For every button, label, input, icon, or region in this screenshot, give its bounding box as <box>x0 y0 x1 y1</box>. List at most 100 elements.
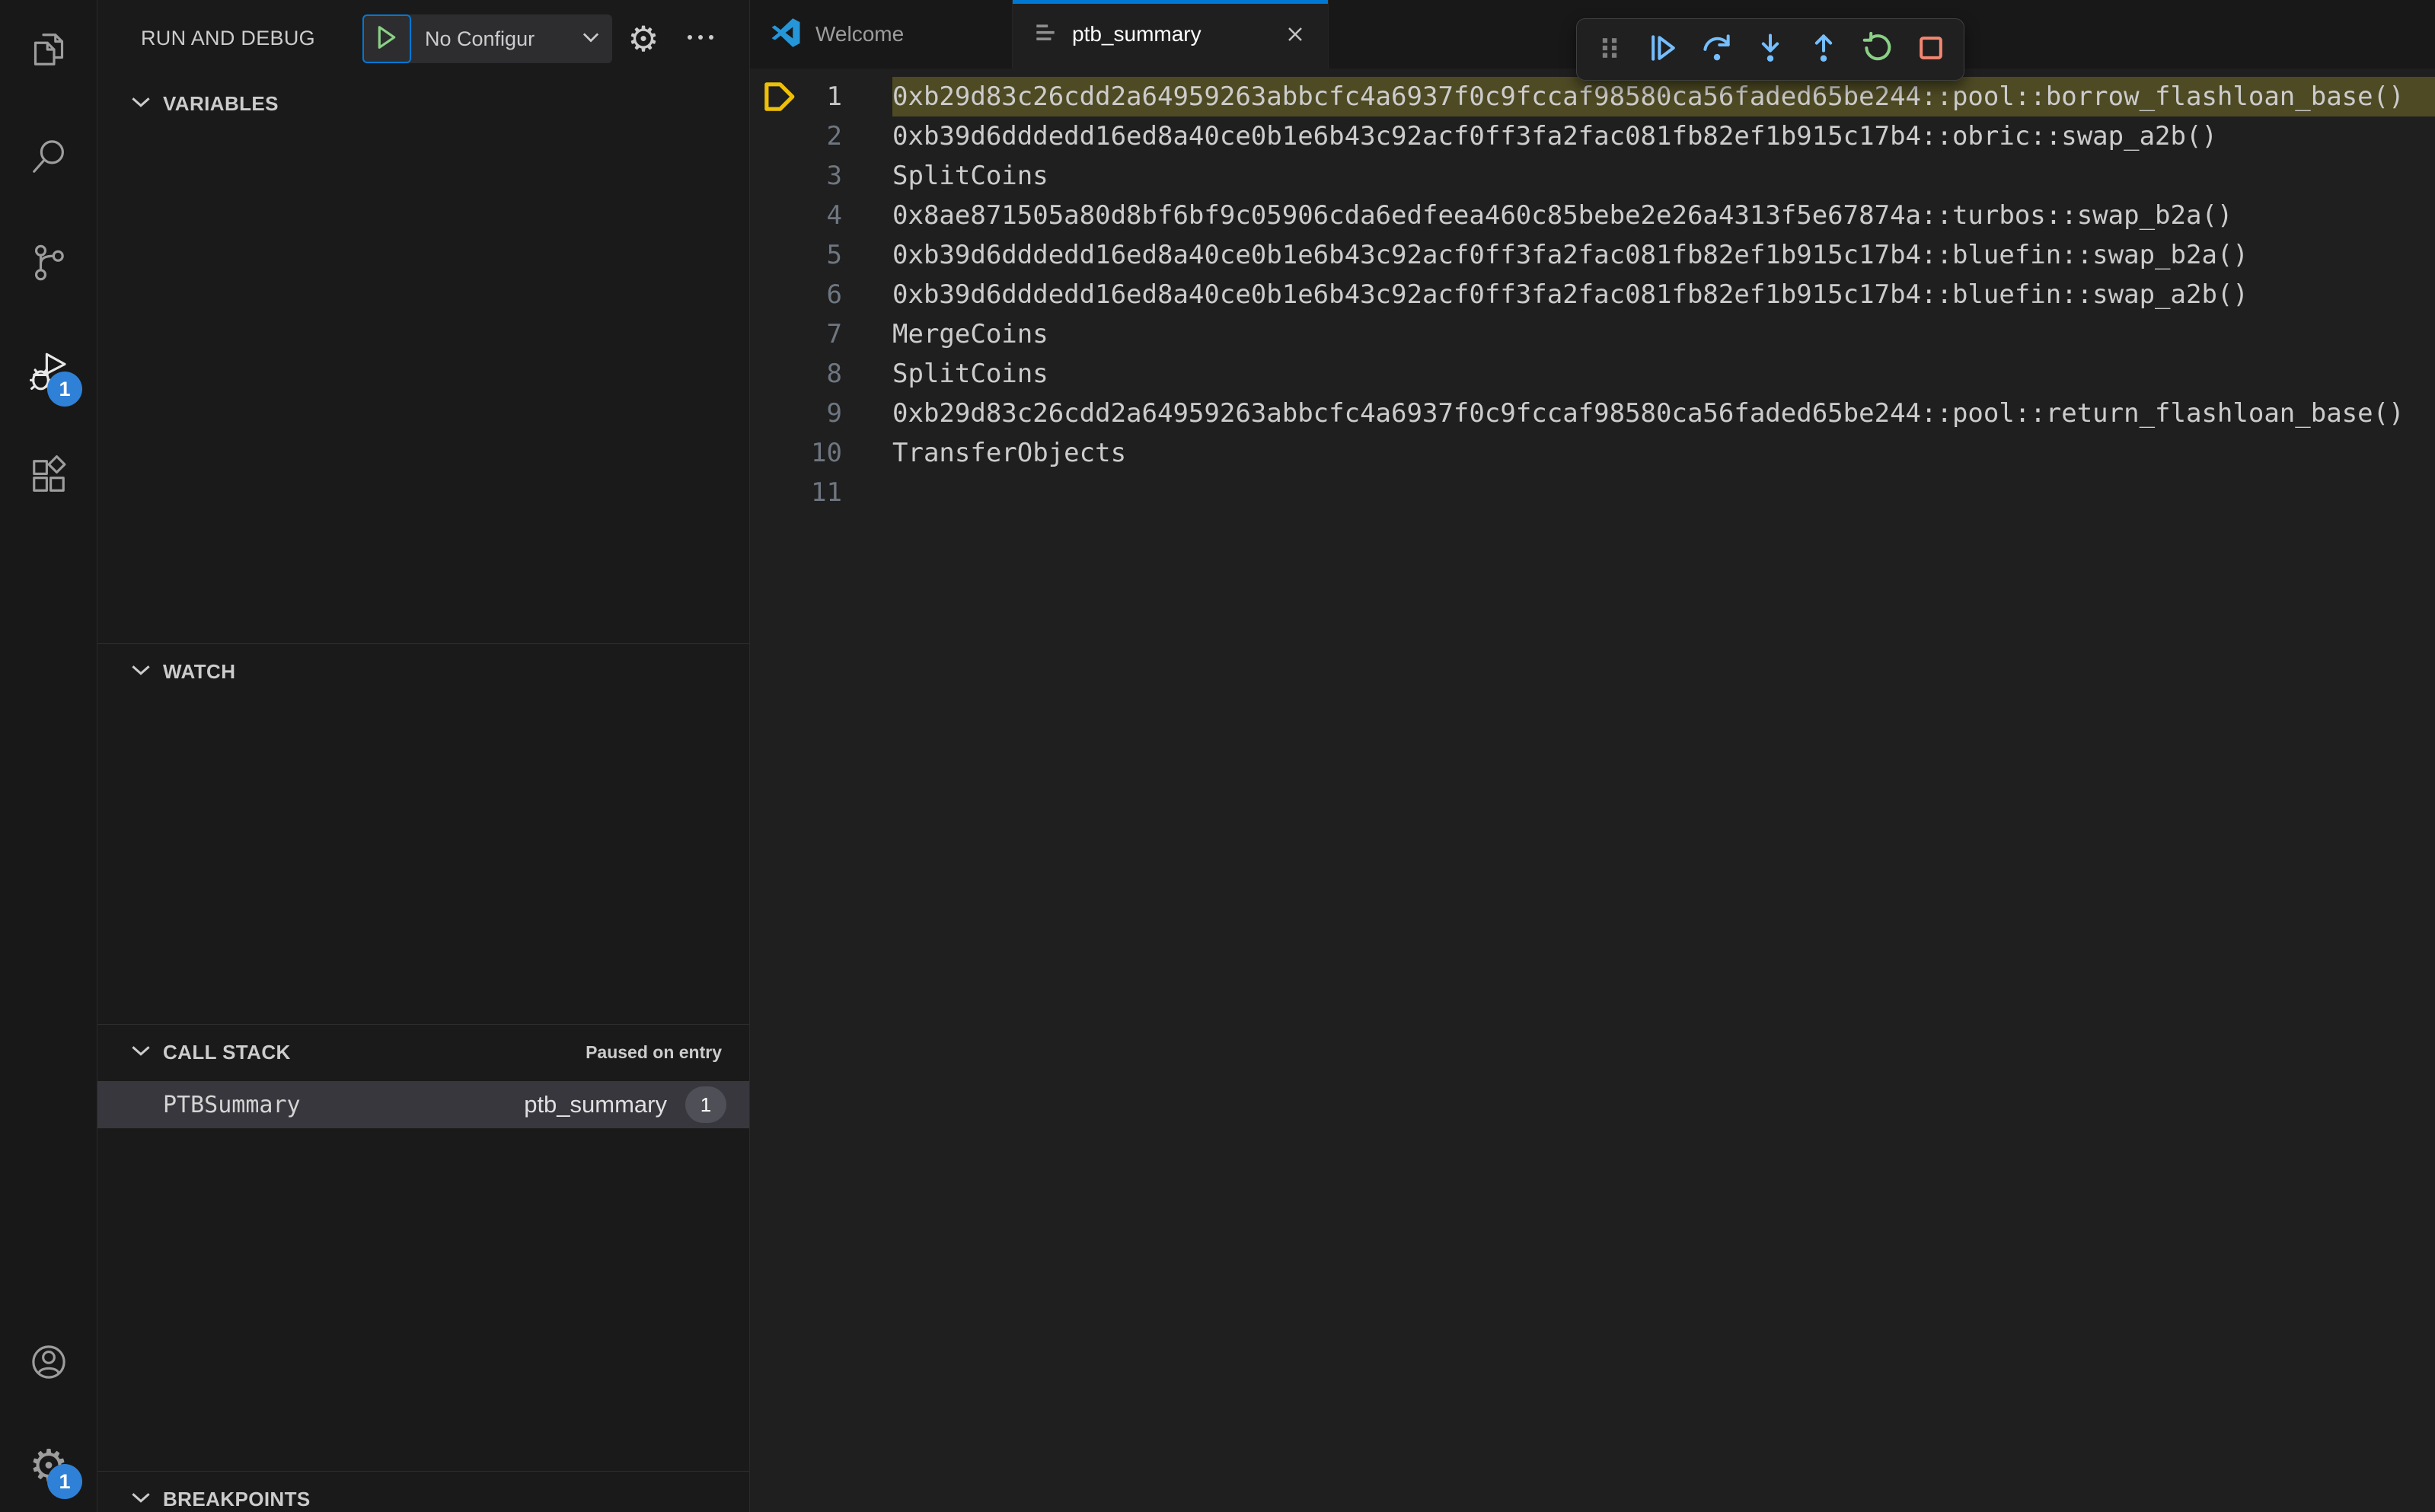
code-line[interactable]: 10 TransferObjects <box>750 433 2435 473</box>
code-text: 0xb39d6dddedd16ed8a40ce0b1e6b43c92acf0ff… <box>892 240 2248 270</box>
sidebar-item-search[interactable] <box>0 120 97 196</box>
code-text: SplitCoins <box>892 161 1048 191</box>
code-line[interactable]: 11 <box>750 473 2435 512</box>
line-number: 11 <box>811 477 842 508</box>
line-number: 8 <box>826 359 842 389</box>
debug-toolbar <box>1576 18 1964 81</box>
accounts-button[interactable] <box>0 1325 97 1402</box>
continue-button[interactable] <box>1641 27 1685 72</box>
files-icon <box>27 28 70 75</box>
extensions-icon <box>27 455 70 501</box>
tab-label: Welcome <box>815 22 905 46</box>
activity-bar: 1 ⚙ 1 <box>0 0 97 1512</box>
code-line[interactable]: 4 0x8ae871505a80d8bf6bf9c05906cda6edfeea4… <box>750 196 2435 235</box>
line-number: 1 <box>826 81 842 112</box>
continue-icon <box>1646 31 1680 69</box>
search-icon <box>27 136 70 182</box>
restart-icon <box>1861 31 1894 69</box>
debug-settings-button[interactable]: ⚙ <box>618 14 669 64</box>
debug-current-line-arrow-icon <box>750 81 807 113</box>
variables-section: VARIABLES <box>97 76 749 643</box>
line-number: 3 <box>826 161 842 191</box>
chevron-down-icon <box>131 663 163 681</box>
code-text: 0x8ae871505a80d8bf6bf9c05906cda6edfeea46… <box>892 200 2233 231</box>
step-over-button[interactable] <box>1695 27 1739 72</box>
line-number: 5 <box>826 240 842 270</box>
vscode-logo-icon <box>770 17 802 53</box>
code-line[interactable]: 2 0xb39d6dddedd16ed8a40ce0b1e6b43c92acf0f… <box>750 116 2435 156</box>
tab-ptb-summary[interactable]: ptb_summary <box>1013 0 1329 69</box>
editor-area: Welcome ptb_summary 1 0xb29d83c26cdd2a649… <box>750 0 2435 1512</box>
code-line[interactable]: 8 SplitCoins <box>750 354 2435 394</box>
start-debugging-button[interactable] <box>362 14 411 63</box>
chevron-down-icon <box>131 95 163 113</box>
call-stack-section-header[interactable]: CALL STACK Paused on entry <box>97 1025 749 1080</box>
code-line[interactable]: 9 0xb29d83c26cdd2a64959263abbcfc4a6937f0c… <box>750 394 2435 433</box>
frame-source: ptb_summary <box>524 1091 667 1118</box>
section-label: BREAKPOINTS <box>163 1487 311 1510</box>
section-label: CALL STACK <box>163 1040 291 1064</box>
line-number: 4 <box>826 200 842 231</box>
line-number: 2 <box>826 121 842 152</box>
restart-button[interactable] <box>1856 27 1900 72</box>
code-line[interactable]: 3 SplitCoins <box>750 156 2435 196</box>
code-line[interactable]: 5 0xb39d6dddedd16ed8a40ce0b1e6b43c92acf0f… <box>750 235 2435 275</box>
frame-badge: 1 <box>685 1086 726 1123</box>
sidebar-item-source-control[interactable] <box>0 226 97 302</box>
account-icon <box>27 1341 70 1387</box>
call-stack-frame[interactable]: PTBSummary ptb_summary 1 <box>97 1081 749 1128</box>
code-text: 0xb29d83c26cdd2a64959263abbcfc4a6937f0c9… <box>892 77 2435 116</box>
more-actions-button[interactable] <box>678 14 723 64</box>
play-icon <box>375 24 398 54</box>
debug-badge: 1 <box>47 372 82 407</box>
code-text: 0xb39d6dddedd16ed8a40ce0b1e6b43c92acf0ff… <box>892 121 2217 152</box>
section-label: VARIABLES <box>163 91 279 115</box>
breakpoints-section-header[interactable]: BREAKPOINTS <box>97 1472 749 1512</box>
code-text: SplitCoins <box>892 359 1048 389</box>
tab-welcome[interactable]: Welcome <box>750 0 1013 69</box>
gripper-icon <box>1593 31 1626 69</box>
watch-section-header[interactable]: WATCH <box>97 644 749 699</box>
settings-badge: 1 <box>47 1464 82 1499</box>
code-text: MergeCoins <box>892 319 1048 349</box>
code-line[interactable]: 7 MergeCoins <box>750 314 2435 354</box>
config-dropdown[interactable]: No Configur <box>411 14 612 63</box>
section-label: WATCH <box>163 659 236 683</box>
close-icon[interactable] <box>1282 21 1308 47</box>
variables-section-header[interactable]: VARIABLES <box>97 76 749 131</box>
chevron-down-icon <box>576 31 600 47</box>
chevron-down-icon <box>131 1044 163 1061</box>
step-out-button[interactable] <box>1802 27 1846 72</box>
vscode-window: 1 ⚙ 1 RUN AND DEBUG No Configur ⚙ VARIAB… <box>0 0 2435 1512</box>
step-into-icon <box>1754 31 1787 69</box>
code-editor: 1 0xb29d83c26cdd2a64959263abbcfc4a6937f0c… <box>750 69 2435 512</box>
frame-name: PTBSummary <box>163 1091 301 1118</box>
pause-status: Paused on entry <box>586 1041 722 1062</box>
step-over-icon <box>1700 31 1734 69</box>
line-number: 10 <box>811 438 842 468</box>
stop-icon <box>1914 31 1948 69</box>
code-line[interactable]: 6 0xb39d6dddedd16ed8a40ce0b1e6b43c92acf0f… <box>750 275 2435 314</box>
sidebar-title: RUN AND DEBUG <box>141 26 315 49</box>
step-out-icon <box>1807 31 1840 69</box>
line-number: 9 <box>826 398 842 429</box>
step-into-button[interactable] <box>1748 27 1792 72</box>
ellipsis-icon <box>685 32 716 46</box>
call-stack-frames: PTBSummary ptb_summary 1 <box>97 1081 749 1128</box>
toolbar-drag-handle[interactable] <box>1588 27 1632 72</box>
sidebar-header: RUN AND DEBUG No Configur ⚙ <box>97 0 749 76</box>
sidebar-item-extensions[interactable] <box>0 439 97 515</box>
line-number: 7 <box>826 319 842 349</box>
code-text: 0xb29d83c26cdd2a64959263abbcfc4a6937f0c9… <box>892 398 2405 429</box>
sidebar-item-run-and-debug[interactable]: 1 <box>0 335 97 411</box>
line-number: 6 <box>826 279 842 310</box>
debug-current-line-arrow-icon <box>764 82 794 111</box>
chevron-down-icon <box>131 1491 163 1508</box>
stop-button[interactable] <box>1909 27 1953 72</box>
code-text: 0xb39d6dddedd16ed8a40ce0b1e6b43c92acf0ff… <box>892 279 2248 310</box>
sidebar-item-explorer[interactable] <box>0 13 97 89</box>
tab-label: ptb_summary <box>1072 22 1202 46</box>
settings-button[interactable]: ⚙ 1 <box>0 1427 97 1504</box>
code-line[interactable]: 1 0xb29d83c26cdd2a64959263abbcfc4a6937f0c… <box>750 77 2435 116</box>
breakpoints-section: BREAKPOINTS <box>97 1471 749 1512</box>
